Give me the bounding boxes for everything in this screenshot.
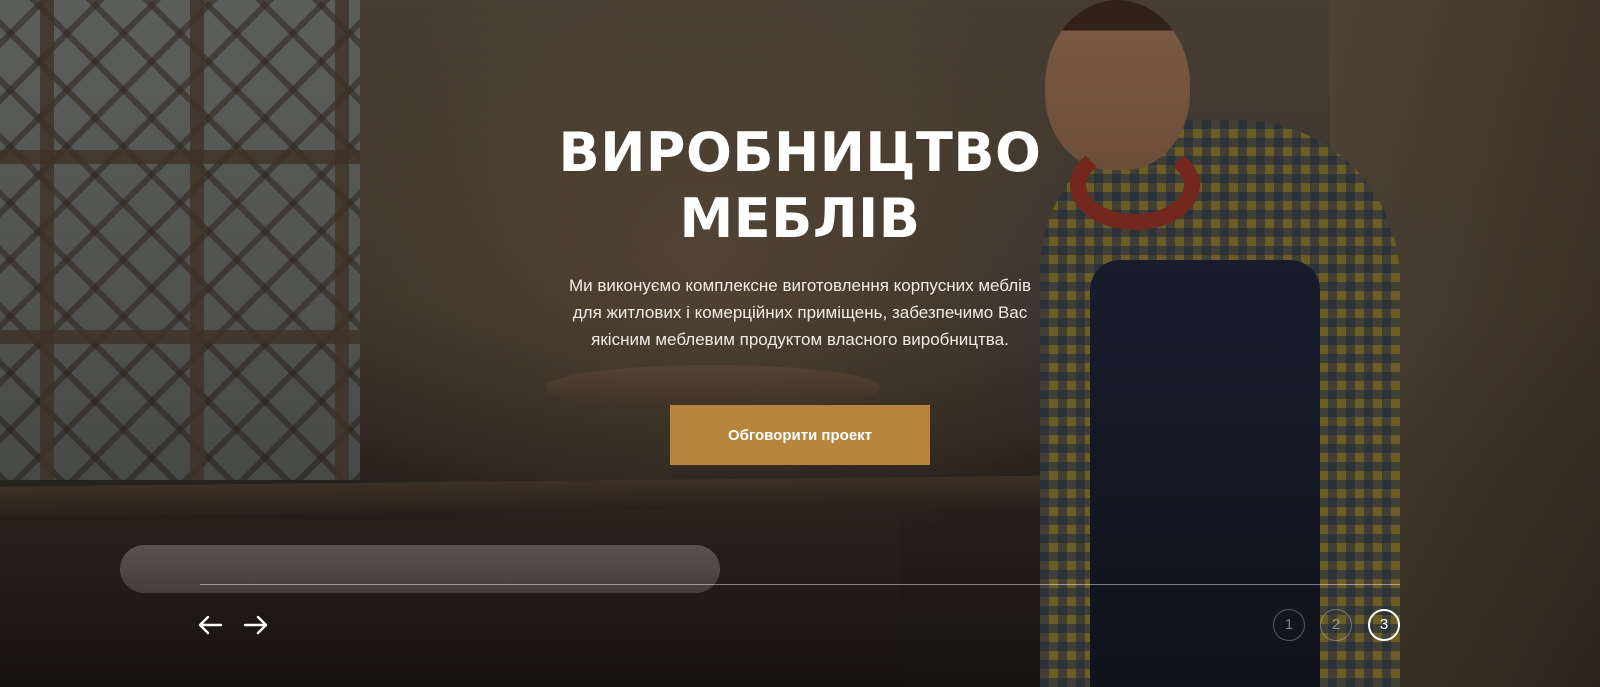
discuss-project-button[interactable]: Обговорити проект: [670, 405, 930, 465]
hero-title: ВИРОБНИЦТВО МЕБЛІВ: [500, 120, 1100, 252]
slider-page-1[interactable]: 1: [1273, 609, 1305, 641]
slider-next-button[interactable]: [241, 610, 271, 640]
hero-description-line: для житлових і комерційних приміщень, за…: [572, 303, 1028, 322]
hero-description-line: Ми виконуємо комплексне виготовлення кор…: [569, 276, 1031, 295]
arrow-right-icon: [243, 615, 268, 635]
hero-description: Ми виконуємо комплексне виготовлення кор…: [520, 272, 1080, 353]
hero-title-line: МЕБЛІВ: [679, 187, 921, 250]
hero-slider: ВИРОБНИЦТВО МЕБЛІВ Ми виконуємо комплекс…: [0, 0, 1600, 687]
slider-prev-button[interactable]: [195, 610, 225, 640]
arrow-left-icon: [198, 615, 223, 635]
hero-title-line: ВИРОБНИЦТВО: [558, 121, 1042, 184]
hero-content: ВИРОБНИЦТВО МЕБЛІВ Ми виконуємо комплекс…: [0, 0, 1600, 687]
slider-page-3[interactable]: 3: [1368, 609, 1400, 641]
hero-description-line: якісним меблевим продуктом власного виро…: [591, 330, 1009, 349]
slider-divider: [200, 584, 1400, 585]
slider-page-2[interactable]: 2: [1320, 609, 1352, 641]
